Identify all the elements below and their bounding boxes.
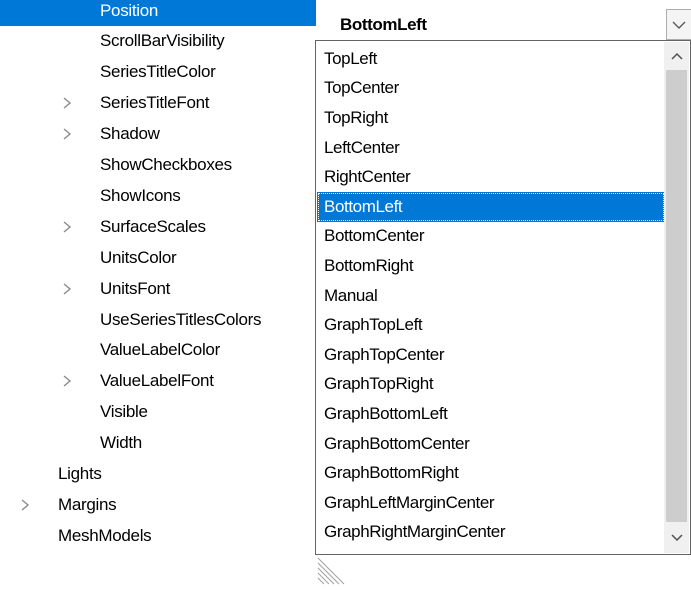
- dropdown-option-label: RightCenter: [324, 167, 411, 187]
- property-label: ShowIcons: [100, 185, 181, 205]
- chevron-right-icon[interactable]: [60, 127, 74, 141]
- property-row-margins[interactable]: Margins: [0, 489, 316, 520]
- property-label: UnitsColor: [100, 247, 177, 267]
- property-row-scrollbarvisibility[interactable]: ScrollBarVisibility: [0, 26, 316, 57]
- dropdown-option-label: GraphRightMarginCenter: [324, 522, 506, 542]
- chevron-up-icon: [670, 46, 684, 66]
- dropdown-option-graphbottomcenter[interactable]: GraphBottomCenter: [317, 429, 665, 459]
- chevron-down-icon: [672, 15, 686, 35]
- chevron-down-icon: [670, 528, 684, 548]
- property-row-visible[interactable]: Visible: [0, 397, 316, 428]
- property-row-valuelabelfont[interactable]: ValueLabelFont: [0, 366, 316, 397]
- property-row-seriestitlefont[interactable]: SeriesTitleFont: [0, 88, 316, 119]
- property-row-seriestitlecolor[interactable]: SeriesTitleColor: [0, 57, 316, 88]
- property-row-showicons[interactable]: ShowIcons: [0, 180, 316, 211]
- dropdown-option-label: TopLeft: [324, 48, 377, 68]
- dropdown-option-rightcenter[interactable]: RightCenter: [317, 162, 665, 192]
- property-label: MeshModels: [58, 525, 152, 545]
- property-row-useseriestitlescolors[interactable]: UseSeriesTitlesColors: [0, 304, 316, 335]
- dropdown-option-label: BottomRight: [324, 255, 414, 275]
- property-label: ScrollBarVisibility: [100, 31, 225, 51]
- scroll-down-button[interactable]: [664, 524, 689, 552]
- property-row-width[interactable]: Width: [0, 428, 316, 459]
- property-label: ValueLabelFont: [100, 371, 214, 391]
- dropdown-option-bottomright[interactable]: BottomRight: [317, 251, 665, 281]
- property-row-meshmodels[interactable]: MeshModels: [0, 520, 316, 551]
- property-label: SeriesTitleColor: [100, 62, 216, 82]
- dropdown-option-graphtopright[interactable]: GraphTopRight: [317, 370, 665, 400]
- property-label: Position: [100, 0, 159, 20]
- property-label: SurfaceScales: [100, 216, 206, 236]
- property-label: Width: [100, 433, 142, 453]
- dropdown-option-topcenter[interactable]: TopCenter: [317, 74, 665, 104]
- property-row-shadow[interactable]: Shadow: [0, 119, 316, 150]
- property-label: ValueLabelColor: [100, 340, 220, 360]
- dropdown-option-label: Manual: [324, 285, 378, 305]
- position-value-cell[interactable]: BottomLeft: [316, 10, 691, 41]
- scrollbar-thumb[interactable]: [666, 70, 687, 522]
- dropdown-scrollbar[interactable]: [664, 42, 689, 553]
- chevron-right-icon[interactable]: [18, 498, 32, 512]
- chevron-right-icon[interactable]: [60, 282, 74, 296]
- property-row-position[interactable]: Position: [0, 0, 316, 26]
- dropdown-option-label: GraphBottomRight: [324, 463, 459, 483]
- dropdown-option-topright[interactable]: TopRight: [317, 103, 665, 133]
- property-label: UseSeriesTitlesColors: [100, 309, 262, 329]
- dropdown-option-label: GraphLeftMarginCenter: [324, 492, 495, 512]
- property-label: Lights: [58, 464, 102, 483]
- chevron-right-icon[interactable]: [60, 96, 74, 110]
- dropdown-option-graphbottomright[interactable]: GraphBottomRight: [317, 458, 665, 488]
- dropdown-option-bottomcenter[interactable]: BottomCenter: [317, 222, 665, 252]
- property-label: UnitsFont: [100, 278, 171, 298]
- dropdown-option-label: TopCenter: [324, 78, 399, 98]
- property-label: Shadow: [100, 124, 160, 144]
- dropdown-option-graphleftmargincenter[interactable]: GraphLeftMarginCenter: [317, 488, 665, 518]
- dropdown-option-label: LeftCenter: [324, 137, 400, 157]
- dropdown-option-label: BottomCenter: [324, 226, 425, 246]
- dropdown-option-graphtopcenter[interactable]: GraphTopCenter: [317, 340, 665, 370]
- property-label: Visible: [100, 402, 148, 422]
- property-row-unitscolor[interactable]: UnitsColor: [0, 242, 316, 273]
- position-value: BottomLeft: [340, 15, 427, 34]
- property-row-valuelabelcolor[interactable]: ValueLabelColor: [0, 335, 316, 366]
- dropdown-option-label: GraphTopCenter: [324, 344, 445, 364]
- dropdown-option-label: BottomLeft: [324, 196, 403, 216]
- dropdown-toggle-button[interactable]: [666, 9, 691, 40]
- dropdown-option-bottomleft[interactable]: BottomLeft: [317, 192, 665, 222]
- dropdown-option-graphrightmargincenter[interactable]: GraphRightMarginCenter: [317, 518, 665, 548]
- position-dropdown-list[interactable]: GraphRightMarginCenter GraphLeftMarginCen…: [315, 40, 691, 555]
- property-row-lights[interactable]: Lights: [0, 459, 316, 490]
- property-label: SeriesTitleFont: [100, 93, 210, 113]
- dropdown-option-graphbottomleft[interactable]: GraphBottomLeft: [317, 399, 665, 429]
- dropdown-option-topleft[interactable]: TopLeft: [317, 44, 665, 74]
- dropdown-option-label: GraphTopLeft: [324, 315, 423, 335]
- dropdown-option-manual[interactable]: Manual: [317, 281, 665, 311]
- chevron-right-icon[interactable]: [60, 374, 74, 388]
- property-label: Margins: [58, 494, 117, 514]
- resize-grip-icon[interactable]: [316, 556, 346, 586]
- scroll-up-button[interactable]: [664, 42, 689, 70]
- property-label: ShowCheckboxes: [100, 155, 232, 174]
- property-row-showcheckboxes[interactable]: ShowCheckboxes: [0, 150, 316, 181]
- property-row-unitsfont[interactable]: UnitsFont: [0, 273, 316, 304]
- property-row-surfacescales[interactable]: SurfaceScales: [0, 211, 316, 242]
- dropdown-option-label: GraphBottomCenter: [324, 433, 470, 453]
- chevron-right-icon[interactable]: [60, 220, 74, 234]
- dropdown-option-leftcenter[interactable]: LeftCenter: [317, 133, 665, 163]
- dropdown-option-graphtopleft[interactable]: GraphTopLeft: [317, 310, 665, 340]
- dropdown-option-label: GraphBottomLeft: [324, 403, 448, 423]
- dropdown-option-label: TopRight: [324, 107, 388, 127]
- dropdown-option-label: GraphTopRight: [324, 374, 434, 394]
